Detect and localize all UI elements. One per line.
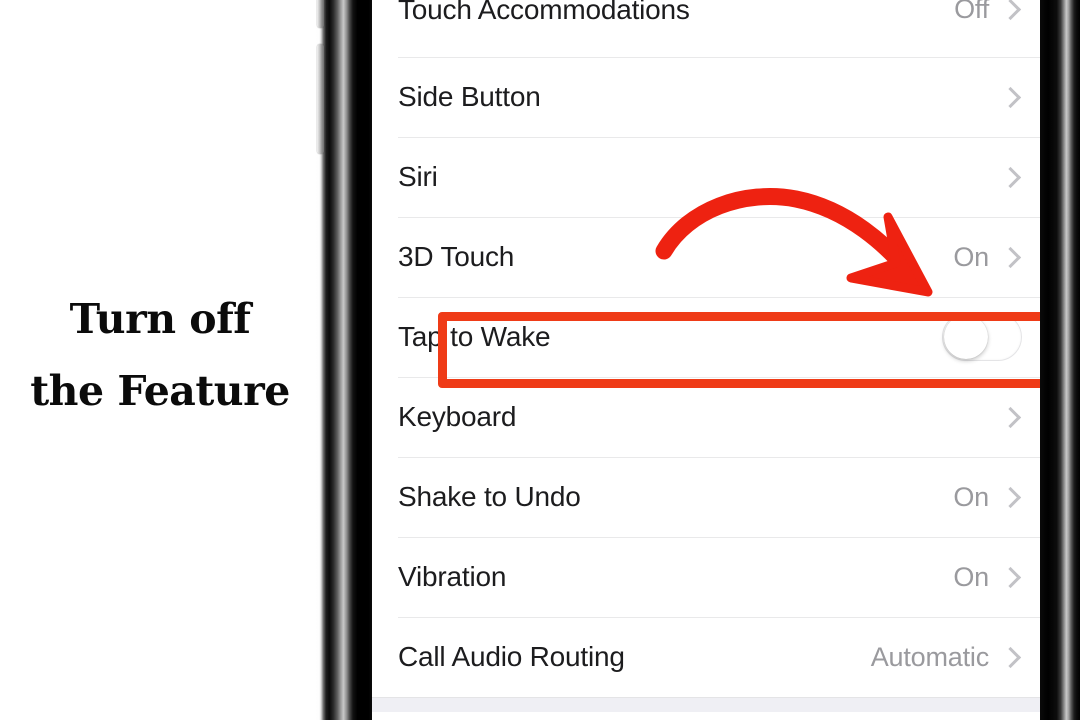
instruction-caption: Turn off the Feature: [0, 283, 320, 427]
settings-row-accessory: [942, 313, 1040, 361]
chevron-right-icon: [999, 86, 1022, 108]
settings-row-value: On: [953, 481, 989, 512]
settings-row[interactable]: Call Audio Routing Automatic: [372, 617, 1040, 697]
toggle-knob: [944, 315, 988, 359]
phone-device: Touch Accommodations Off Side Button Siri 3D…: [316, 0, 1080, 720]
chevron-right-icon: [999, 246, 1022, 268]
settings-row-value: On: [953, 241, 989, 272]
settings-row-accessory: On: [953, 482, 1040, 513]
settings-row[interactable]: Shake to Undo On: [372, 457, 1040, 537]
screenshot-root: Turn off the Feature Touch Accommodation…: [0, 0, 1080, 720]
settings-row[interactable]: Siri: [372, 137, 1040, 217]
caption-line-2: the Feature: [30, 367, 290, 415]
chevron-right-icon: [999, 166, 1022, 188]
settings-row-label: Tap to Wake: [398, 321, 551, 352]
settings-row-label: Shake to Undo: [398, 481, 581, 512]
settings-row[interactable]: Side Button: [372, 57, 1040, 137]
settings-row-label: Call Audio Routing: [398, 641, 625, 672]
settings-row-accessory: [999, 166, 1040, 188]
phone-right-bezel: [1040, 0, 1080, 720]
volume-buttons[interactable]: [317, 44, 324, 154]
caption-line-1: Turn off: [69, 295, 251, 343]
settings-row-label: Vibration: [398, 561, 507, 592]
settings-row-value: On: [953, 561, 989, 592]
settings-row-label: Touch Accommodations: [398, 0, 690, 25]
chevron-right-icon: [999, 0, 1022, 21]
settings-row[interactable]: Keyboard: [372, 377, 1040, 457]
settings-row-value: Off: [954, 0, 989, 24]
chevron-right-icon: [999, 486, 1022, 508]
settings-row[interactable]: 3D Touch On: [372, 217, 1040, 297]
settings-row[interactable]: Tap to Wake: [372, 297, 1040, 377]
settings-row-accessory: Off: [954, 0, 1040, 25]
chevron-right-icon: [999, 406, 1022, 428]
mute-switch-button[interactable]: [317, 0, 324, 28]
settings-row-label: Keyboard: [398, 401, 517, 432]
settings-row-accessory: On: [953, 562, 1040, 593]
settings-row-value: Automatic: [870, 641, 989, 672]
settings-row-accessory: On: [953, 242, 1040, 273]
settings-row-accessory: [999, 86, 1040, 108]
settings-list: Touch Accommodations Off Side Button Siri 3D…: [372, 0, 1040, 712]
settings-row-accessory: [999, 406, 1040, 428]
tap-to-wake-toggle[interactable]: [942, 313, 1022, 361]
settings-row[interactable]: Vibration On: [372, 537, 1040, 617]
settings-row-label: Siri: [398, 161, 438, 192]
settings-row-accessory: Automatic: [871, 642, 1040, 673]
chevron-right-icon: [999, 646, 1022, 668]
settings-row-label: Side Button: [398, 81, 541, 112]
chevron-right-icon: [999, 566, 1022, 588]
section-separator: [372, 697, 1040, 712]
settings-row[interactable]: Touch Accommodations Off: [372, 0, 1040, 57]
phone-screen: Touch Accommodations Off Side Button Siri 3D…: [372, 0, 1040, 720]
phone-left-bezel: [316, 0, 372, 720]
settings-row-label: 3D Touch: [398, 241, 515, 272]
